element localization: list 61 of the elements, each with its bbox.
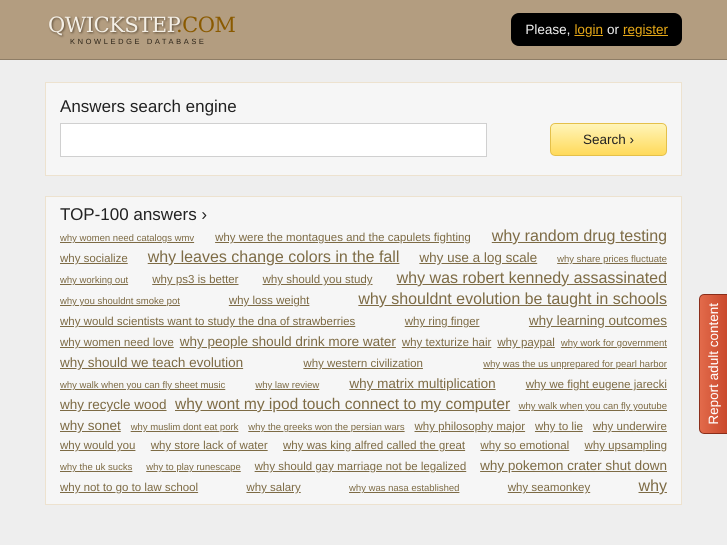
search-field[interactable] — [60, 123, 487, 157]
tag-link[interactable]: why to lie — [534, 418, 583, 437]
tag-link[interactable]: why we fight eugene jarecki — [526, 376, 667, 395]
tag-link[interactable]: why was king alfred called the great — [282, 437, 466, 456]
tag-link[interactable]: why texturize hair — [402, 334, 492, 353]
tag-link[interactable]: why underwire — [592, 418, 667, 437]
tag-link[interactable]: why learning outcomes — [528, 311, 667, 330]
tag-link[interactable]: why was robert kennedy assassinated — [396, 269, 667, 288]
tag-link[interactable]: why working out — [60, 271, 128, 290]
tag-link[interactable]: why law review — [255, 376, 320, 395]
tag-link[interactable]: why should you study — [262, 271, 373, 290]
tag-link[interactable]: why upsampling — [584, 437, 667, 456]
tag-link[interactable]: why shouldnt evolution be taught in schools — [358, 290, 667, 309]
search-title: Answers search engine — [60, 97, 238, 117]
tag-link[interactable]: why walk when you can fly sheet music — [60, 376, 226, 395]
tag-link[interactable]: why seamonkey — [508, 479, 590, 498]
tag-link[interactable]: why salary — [246, 479, 301, 498]
tag-link[interactable]: why you shouldnt smoke pot — [60, 292, 180, 311]
auth-joiner: or — [606, 22, 619, 37]
register-link[interactable]: register — [622, 22, 668, 37]
tag-link[interactable]: why sonet — [60, 416, 121, 435]
tag-link[interactable]: why leaves change colors in the fall — [148, 248, 400, 267]
tag-link[interactable]: why muslim dont eat pork — [130, 418, 238, 437]
tag-link[interactable]: why the uk sucks — [60, 458, 132, 477]
auth-prompt: Please, — [525, 22, 570, 37]
tag-link[interactable]: why paypal — [497, 334, 555, 353]
tag-link[interactable]: why not to go to law school — [60, 479, 198, 498]
tag-link[interactable]: why share prices fluctuate — [557, 250, 667, 269]
tag-link[interactable]: why — [638, 477, 667, 496]
tag-link[interactable]: why socialize — [60, 250, 128, 269]
tag-link[interactable]: why to play runescape — [146, 458, 241, 477]
top-answers-link[interactable]: TOP-100 answers › — [60, 205, 208, 225]
tag-link[interactable]: why women need catalogs wmv — [60, 229, 194, 248]
tag-link[interactable]: why loss weight — [228, 292, 310, 311]
tag-link[interactable]: why philosophy major — [414, 418, 526, 437]
tag-link[interactable]: why ps3 is better — [152, 271, 238, 290]
tag-link[interactable]: why recycle wood — [60, 395, 167, 414]
tag-link[interactable]: why western civilization — [303, 355, 423, 374]
tag-link[interactable]: why was nasa established — [349, 479, 460, 498]
tag-link[interactable]: why ring finger — [404, 313, 480, 332]
tag-link[interactable]: why pokemon crater shut down — [480, 456, 667, 475]
tag-link[interactable]: why was the us unprepared for pearl harbor — [483, 355, 667, 374]
tag-link[interactable]: why walk when you can fly youtube — [518, 397, 667, 416]
tag-link[interactable]: why people should drink more water — [180, 332, 396, 351]
tag-link[interactable]: why the greeks won the persian wars — [248, 418, 405, 437]
tag-link[interactable]: why use a log scale — [419, 248, 538, 267]
tag-link[interactable]: why store lack of water — [150, 437, 268, 456]
tag-link[interactable]: why would scientists want to study the dna of strawberries — [60, 313, 356, 332]
report-button[interactable]: Report adult content — [699, 294, 727, 434]
tag-link[interactable]: why so emotional — [480, 437, 570, 456]
search-button[interactable]: Search › — [550, 123, 667, 156]
tag-link[interactable]: why random drug testing — [492, 227, 667, 246]
tag-link[interactable]: why were the montagues and the capulets fighting — [215, 229, 471, 248]
tag-link[interactable]: why should we teach evolution — [60, 353, 244, 372]
tag-link[interactable]: why matrix multiplication — [349, 374, 496, 393]
tag-link[interactable]: why work for government — [560, 334, 667, 353]
login-link[interactable]: login — [574, 22, 603, 37]
tag-link[interactable]: why should gay marriage not be legalized — [254, 458, 466, 477]
tag-link[interactable]: why wont my ipod touch connect to my computer — [175, 395, 510, 414]
tag-link[interactable]: why women need love — [60, 334, 174, 353]
tag-link[interactable]: why would you — [60, 437, 136, 456]
